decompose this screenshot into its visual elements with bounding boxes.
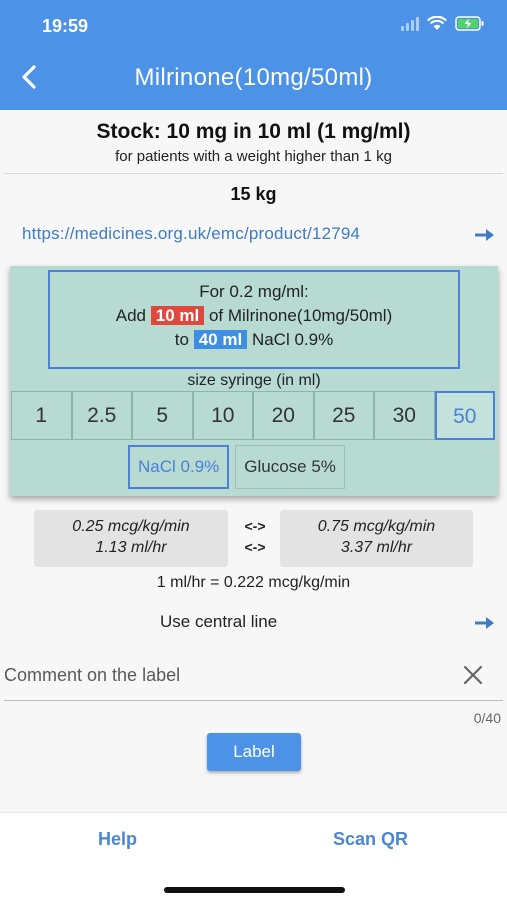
syringe-size-label: size syringe (in ml) (187, 372, 321, 389)
max-rate: 3.37 ml/hr (340, 539, 413, 556)
administration-note: Use central line (160, 612, 278, 631)
stock-info: Stock: 10 mg in 10 ml (1 mg/ml) for pati… (0, 120, 507, 165)
help-button[interactable]: Help (98, 829, 137, 850)
stock-subtitle: for patients with a weight higher than 1… (115, 148, 392, 165)
stock-title: Stock: 10 mg in 10 ml (1 mg/ml) (96, 120, 411, 143)
min-dose-box: 0.25 mcg/kg/min 1.13 ml/hr (34, 510, 228, 567)
clear-icon[interactable] (462, 664, 484, 686)
diluent-volume-badge: 40 ml (193, 330, 248, 349)
syringe-size-option[interactable]: 30 (374, 391, 435, 440)
fluid-option-nacl[interactable]: NaCl 0.9% (128, 445, 230, 489)
dilution-recipe: For 0.2 mg/ml: Add 10 ml of Milrinone(10… (48, 270, 460, 369)
wifi-icon (427, 16, 447, 31)
fluid-selector: NaCl 0.9% Glucose 5% (128, 445, 345, 489)
syringe-size-option[interactable]: 5 (132, 391, 193, 440)
syringe-size-option[interactable]: 25 (313, 391, 374, 440)
syringe-size-option[interactable]: 20 (253, 391, 314, 440)
syringe-size-option[interactable]: 2.5 (71, 391, 132, 440)
comment-input[interactable] (4, 662, 444, 688)
drug-volume-badge: 10 ml (150, 306, 205, 325)
rate-conversion: 1 ml/hr = 0.222 mcg/kg/min (156, 574, 351, 591)
reference-link[interactable]: https://medicines.org.uk/emc/product/127… (22, 224, 360, 244)
min-rate: 1.13 ml/hr (95, 539, 167, 556)
status-time: 19:59 (42, 16, 89, 36)
app-header: 19:59 Milrinone(10mg/50ml) (0, 0, 507, 110)
page-title: Milrinone(10mg/50ml) (134, 64, 373, 91)
syringe-size-selector: 1 2.5 5 10 20 25 30 50 (11, 391, 495, 440)
label-button[interactable]: Label (207, 733, 301, 771)
add-instruction: Add 10 ml of Milrinone(10mg/50ml) (50, 306, 458, 326)
arrow-right-icon[interactable] (473, 226, 497, 244)
scan-qr-button[interactable]: Scan QR (333, 829, 408, 850)
dose-range-arrows: <-> <-> (232, 516, 278, 558)
add-prefix: Add (115, 306, 146, 325)
range-arrow: <-> (244, 539, 266, 555)
concentration-label: For 0.2 mg/ml: (199, 282, 309, 301)
dilution-panel: For 0.2 mg/ml: Add 10 ml of Milrinone(10… (10, 266, 498, 496)
max-dose-box: 0.75 mcg/kg/min 3.37 ml/hr (280, 510, 473, 567)
character-counter: 0/40 (473, 710, 501, 726)
syringe-size-option[interactable]: 10 (192, 391, 253, 440)
diluent-instruction: to 40 ml NaCl 0.9% (50, 330, 458, 350)
battery-charging-icon (455, 16, 485, 31)
diluent-name: NaCl 0.9% (251, 330, 334, 349)
syringe-size-option-selected[interactable]: 50 (434, 391, 495, 440)
min-dose: 0.25 mcg/kg/min (72, 518, 190, 535)
comment-underline (4, 700, 503, 701)
to-prefix: to (174, 330, 189, 349)
arrow-right-icon[interactable] (473, 614, 497, 632)
syringe-size-option[interactable]: 1 (11, 391, 72, 440)
status-icons (401, 16, 485, 31)
patient-weight: 15 kg (230, 184, 277, 204)
fluid-option-glucose[interactable]: Glucose 5% (235, 445, 345, 489)
max-dose: 0.75 mcg/kg/min (317, 518, 436, 535)
range-arrow: <-> (244, 518, 266, 534)
home-indicator (164, 887, 345, 893)
cellular-signal-icon (401, 17, 419, 31)
divider (4, 173, 503, 174)
bottom-nav: Help Scan QR (0, 812, 507, 900)
add-suffix: of Milrinone(10mg/50ml) (208, 306, 393, 325)
